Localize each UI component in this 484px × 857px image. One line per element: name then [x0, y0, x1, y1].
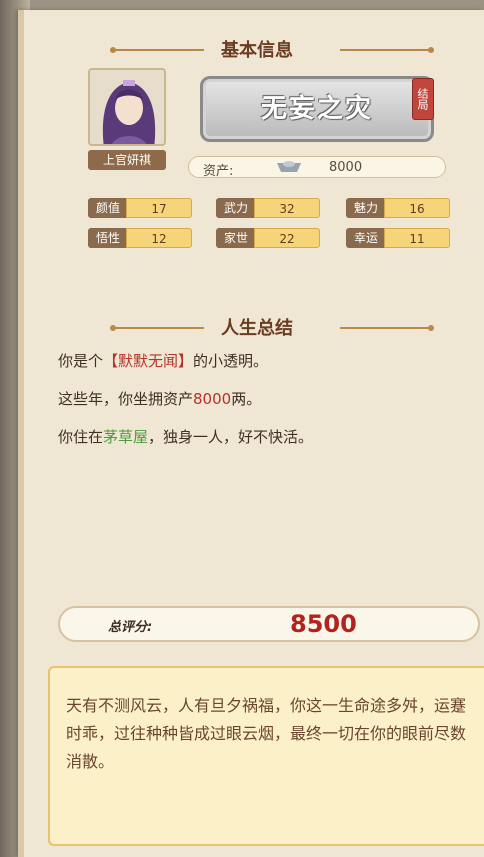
stat-label: 颜值: [88, 198, 128, 218]
stat-value: 22: [254, 228, 320, 248]
stat-label: 幸运: [346, 228, 386, 248]
stat-value: 11: [384, 228, 450, 248]
ending-title-plate: 无妄之灾: [200, 76, 434, 142]
verdict-box: 天有不测风云，人有旦夕祸福，你这一生命途多舛，运蹇时乖，过往种种皆成过眼云烟，最…: [48, 666, 484, 846]
summary-highlight: 8000: [193, 390, 232, 408]
stat-family: 家世 22: [216, 228, 320, 248]
stat-force: 武力 32: [216, 198, 320, 218]
stat-luck: 幸运 11: [346, 228, 450, 248]
assets-label: 资产:: [203, 164, 234, 179]
summary-text: ，独身一人，好不快活。: [148, 428, 314, 446]
header-divider-left: [110, 325, 204, 331]
stat-value: 17: [126, 198, 192, 218]
life-summary-header: 人生总结: [24, 314, 484, 340]
basic-info-title: 基本信息: [221, 40, 293, 61]
summary-line-3: 你住在茅草屋，独身一人，好不快活。: [58, 426, 313, 447]
summary-highlight: 茅草屋: [103, 428, 149, 446]
stat-appearance: 颜值 17: [88, 198, 192, 218]
assets-value: 8000: [329, 160, 363, 175]
stat-value: 12: [126, 228, 192, 248]
summary-text: 这些年，你坐拥资产: [58, 390, 194, 408]
stat-value: 16: [384, 198, 450, 218]
stat-charm: 魅力 16: [346, 198, 450, 218]
stat-wisdom: 悟性 12: [88, 228, 192, 248]
total-score-label: 总评分:: [108, 620, 153, 635]
assets-bar: 资产: 8000: [188, 156, 446, 179]
summary-highlight: 【默默无闻】: [103, 352, 194, 370]
result-panel: 基本信息 上官妍祺 无妄之灾 结局 资产: 8000 颜值 17 武力 32 魅…: [18, 10, 484, 857]
header-divider-right: [340, 47, 434, 53]
summary-line-1: 你是个【默默无闻】的小透明。: [58, 350, 268, 371]
header-divider-left: [110, 47, 204, 53]
summary-text: 的小透明。: [193, 352, 269, 370]
silver-ingot-icon: [277, 161, 301, 172]
stat-label: 悟性: [88, 228, 128, 248]
character-avatar[interactable]: [88, 68, 166, 146]
life-summary-title: 人生总结: [221, 318, 293, 339]
basic-info-header: 基本信息: [24, 36, 484, 62]
ending-badge: 结局: [412, 78, 434, 120]
avatar-portrait-icon: [90, 70, 164, 144]
header-divider-right: [340, 325, 434, 331]
total-score-bar: 总评分: 8500: [58, 606, 480, 642]
stat-label: 武力: [216, 198, 256, 218]
stat-label: 家世: [216, 228, 256, 248]
summary-line-2: 这些年，你坐拥资产8000两。: [58, 388, 261, 409]
summary-text: 两。: [231, 390, 262, 408]
verdict-text: 天有不测风云，人有旦夕祸福，你这一生命途多舛，运蹇时乖，过往种种皆成过眼云烟，最…: [66, 696, 467, 771]
stat-value: 32: [254, 198, 320, 218]
stat-label: 魅力: [346, 198, 386, 218]
character-name-tag: 上官妍祺: [88, 150, 166, 170]
summary-text: 你是个: [58, 352, 104, 370]
summary-text: 你住在: [58, 428, 104, 446]
ending-title: 无妄之灾: [260, 94, 373, 124]
total-score-value: 8500: [290, 610, 357, 638]
